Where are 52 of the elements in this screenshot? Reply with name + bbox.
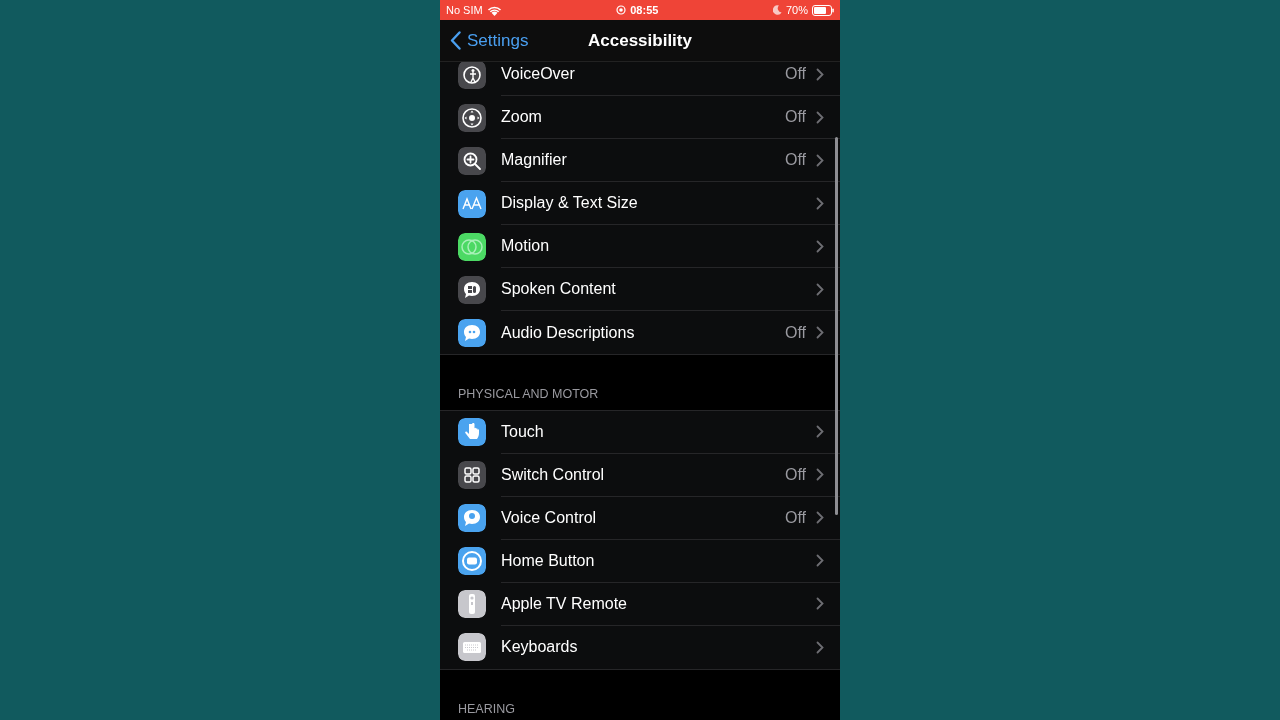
settings-row[interactable]: Audio Descriptions Off: [440, 311, 840, 354]
chevron-right-icon: [816, 640, 824, 654]
row-label: Audio Descriptions: [501, 322, 636, 343]
page-title: Accessibility: [588, 30, 692, 50]
back-button[interactable]: Settings: [440, 27, 529, 54]
row-label: Keyboards: [501, 637, 579, 658]
settings-row[interactable]: Voice Control Off: [440, 496, 840, 540]
row-label: Magnifier: [501, 150, 568, 170]
chevron-right-icon: [816, 326, 824, 339]
chevron-right-icon: [816, 597, 824, 611]
row-label: Motion: [501, 236, 551, 256]
settings-row[interactable]: Home Button: [440, 539, 840, 583]
scroll-bar[interactable]: [835, 137, 838, 515]
row-label: Apple TV Remote: [501, 593, 628, 614]
wifi-icon: [486, 4, 502, 16]
chevron-right-icon: [816, 196, 824, 210]
battery-icon: [812, 4, 834, 16]
row-label: Display & Text Size: [501, 193, 639, 213]
chevron-left-icon: [450, 31, 461, 50]
row-label: VoiceOver: [501, 64, 576, 84]
row-value: Off: [784, 64, 806, 84]
chevron-right-icon: [816, 425, 824, 439]
row-label: Switch Control: [501, 464, 606, 485]
row-value: Off: [784, 507, 806, 528]
row-label: Spoken Content: [501, 279, 617, 299]
record-icon: [616, 5, 627, 15]
chevron-right-icon: [816, 67, 824, 81]
section-header: PHYSICAL AND MOTOR: [457, 386, 600, 403]
row-label: Voice Control: [501, 507, 598, 528]
settings-row[interactable]: Zoom Off: [440, 96, 840, 139]
row-label: Touch: [501, 421, 545, 442]
row-label: Zoom: [501, 107, 543, 127]
chevron-right-icon: [816, 239, 824, 253]
battery-text: 70%: [785, 2, 808, 18]
row-value: Off: [784, 464, 806, 485]
settings-row[interactable]: VoiceOver Off: [440, 62, 840, 96]
chevron-right-icon: [816, 468, 824, 482]
chevron-right-icon: [816, 554, 824, 568]
row-value: Off: [784, 150, 806, 170]
row-label: Home Button: [501, 550, 596, 571]
chevron-right-icon: [816, 511, 824, 525]
clock-text: 08:55: [630, 2, 659, 18]
chevron-right-icon: [816, 153, 824, 167]
row-value: Off: [784, 107, 806, 127]
carrier-text: No SIM: [446, 2, 483, 18]
settings-row[interactable]: Apple TV Remote: [440, 582, 840, 626]
settings-row[interactable]: Keyboards: [440, 625, 840, 669]
chevron-right-icon: [816, 282, 824, 296]
moon-icon: [772, 5, 782, 15]
row-value: Off: [784, 322, 806, 343]
section-header: HEARING: [457, 700, 516, 718]
chevron-right-icon: [816, 110, 824, 124]
